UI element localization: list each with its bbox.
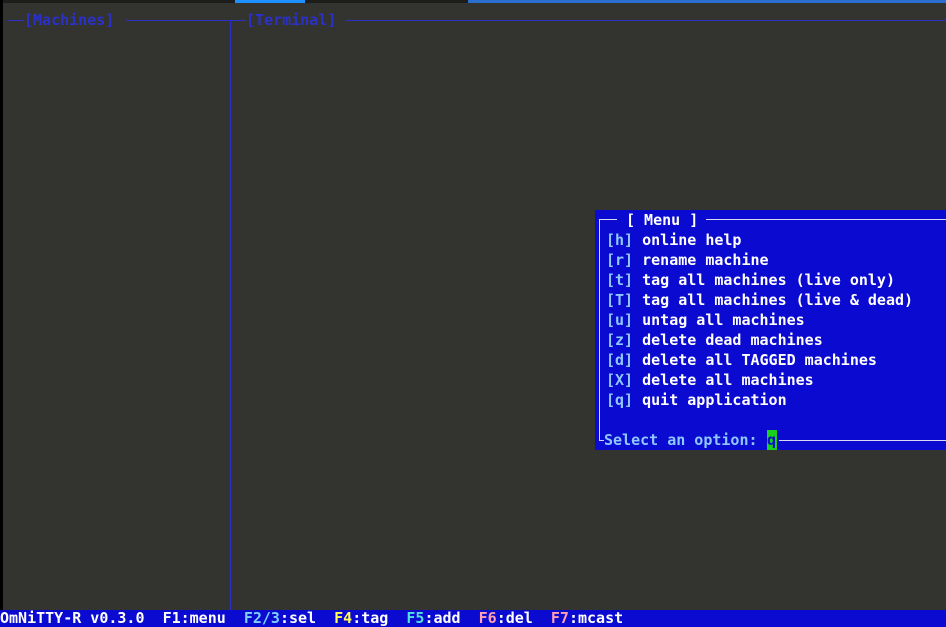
terminal-border-top — [230, 20, 246, 21]
menu-item-untag-all[interactable]: [u] untag all machines — [606, 310, 805, 330]
shortcut-key: F2/3 — [243, 609, 280, 627]
machines-pane-title: [Machines] — [24, 11, 115, 29]
pane-divider — [230, 20, 231, 610]
menu-item-key: [d] — [606, 351, 634, 369]
machines-border-top — [126, 20, 230, 21]
shortcut-label: :menu — [180, 609, 226, 627]
menu-item-label: online help — [642, 231, 742, 249]
menu-item-delete-dead[interactable]: [z] delete dead machines — [606, 330, 823, 350]
menu-item-tag-all[interactable]: [T] tag all machines (live & dead) — [606, 290, 913, 310]
shortcut-label: :add — [424, 609, 461, 627]
menu-item-delete-all[interactable]: [X] delete all machines — [606, 370, 814, 390]
shortcut-delete[interactable]: F6:del — [479, 609, 533, 627]
menu-item-online-help[interactable]: [h] online help — [606, 230, 741, 250]
menu-item-quit[interactable]: [q] quit application — [606, 390, 787, 410]
machines-pane[interactable]: [Machines] — [0, 10, 230, 610]
shortcut-tag[interactable]: F4:tag — [334, 609, 388, 627]
terminal-pane-title: [Terminal] — [246, 11, 337, 29]
machines-border-top — [8, 20, 24, 21]
menu-item-label: delete dead machines — [642, 331, 823, 349]
menu-border-left — [599, 219, 600, 440]
menu-item-key: [u] — [606, 311, 634, 329]
menu-item-key: [z] — [606, 331, 634, 349]
top-strip-accent — [235, 0, 305, 3]
window-top-strip — [0, 0, 946, 3]
option-prompt[interactable]: Select an option: q — [604, 430, 779, 450]
menu-item-tag-live[interactable]: [t] tag all machines (live only) — [606, 270, 895, 290]
terminal-border-top — [346, 20, 946, 21]
top-strip-accent — [468, 0, 946, 3]
shortcut-key: F5 — [406, 609, 425, 627]
shortcut-key: F7 — [550, 609, 569, 627]
menu-item-label: delete all TAGGED machines — [642, 351, 877, 369]
menu-item-label: tag all machines (live & dead) — [642, 291, 914, 309]
menu-item-label: untag all machines — [642, 311, 805, 329]
menu-dialog: [ Menu ] [h] online help [r] rename mach… — [595, 210, 946, 450]
menu-item-delete-tagged[interactable]: [d] delete all TAGGED machines — [606, 350, 877, 370]
menu-item-label: tag all machines (live only) — [642, 271, 895, 289]
shortcut-label: :mcast — [568, 609, 624, 627]
shortcut-label: :tag — [352, 609, 389, 627]
menu-item-key: [h] — [606, 231, 634, 249]
shortcut-label: :del — [496, 609, 533, 627]
shortcut-key: F4 — [334, 609, 353, 627]
menu-item-key: [T] — [606, 291, 634, 309]
menu-title: [ Menu ] — [617, 210, 707, 230]
shortcut-key: F6 — [478, 609, 497, 627]
shortcut-add[interactable]: F5:add — [406, 609, 460, 627]
menu-item-key: [X] — [606, 371, 634, 389]
menu-item-key: [q] — [606, 391, 634, 409]
shortcut-multicast[interactable]: F7:mcast — [551, 609, 623, 627]
menu-item-label: rename machine — [642, 251, 769, 269]
shortcut-select[interactable]: F2/3:sel — [244, 609, 316, 627]
app-version: OmNiTTY-R v0.3.0 — [0, 609, 145, 627]
shortcut-label: :sel — [279, 609, 317, 627]
menu-item-key: [r] — [606, 251, 634, 269]
prompt-label: Select an option: — [604, 431, 767, 449]
shortcut-key: F1 — [162, 609, 181, 627]
menu-item-label: delete all machines — [642, 371, 814, 389]
menu-item-rename-machine[interactable]: [r] rename machine — [606, 250, 769, 270]
status-bar: OmNiTTY-R v0.3.0 F1:menu F2/3:sel F4:tag… — [0, 610, 946, 627]
menu-item-label: quit application — [642, 391, 787, 409]
menu-item-key: [t] — [606, 271, 634, 289]
shortcut-menu[interactable]: F1:menu — [163, 609, 226, 627]
option-input[interactable]: q — [766, 430, 777, 450]
